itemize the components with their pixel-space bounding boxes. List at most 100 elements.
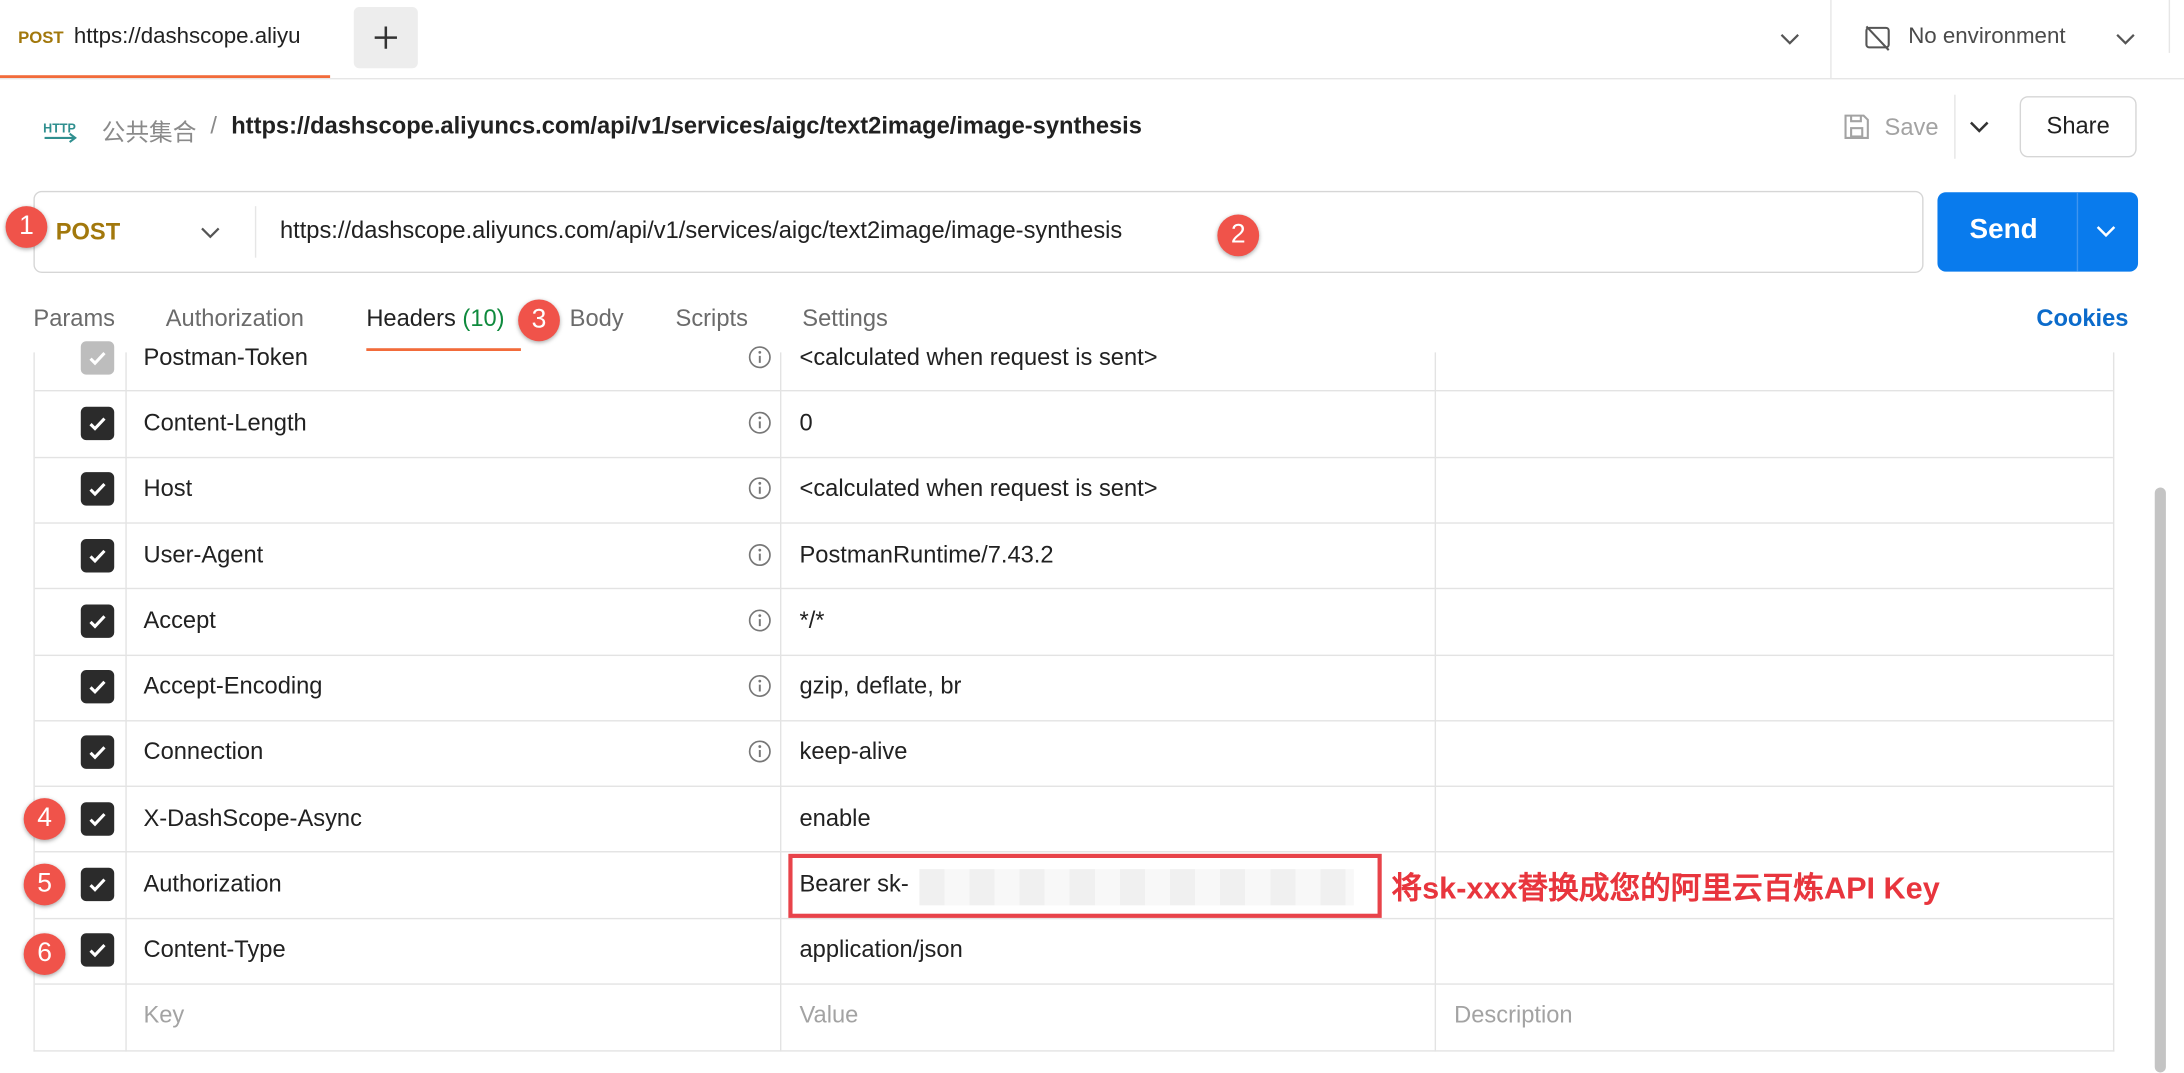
- plus-icon: [374, 26, 397, 49]
- save-options-chevron-icon[interactable]: [1967, 114, 1992, 139]
- header-value[interactable]: gzip, deflate, br: [800, 673, 962, 701]
- step-badge-1: 1: [5, 206, 48, 248]
- breadcrumb-separator: /: [210, 112, 217, 140]
- tab-scripts[interactable]: Scripts: [676, 305, 748, 333]
- tab-body[interactable]: Body: [570, 305, 624, 333]
- check-icon: [89, 482, 106, 497]
- method-select[interactable]: POST: [56, 219, 120, 247]
- header-key[interactable]: Connection: [143, 738, 263, 766]
- save-icon: [1844, 114, 1869, 139]
- tab-settings[interactable]: Settings: [802, 305, 888, 333]
- environment-chevron-icon[interactable]: [2113, 26, 2138, 51]
- header-value[interactable]: enable: [800, 805, 871, 833]
- header-enabled-checkbox[interactable]: [80, 539, 115, 573]
- header-key[interactable]: Postman-Token: [143, 344, 308, 372]
- info-icon[interactable]: [748, 674, 772, 698]
- header-value[interactable]: 0: [800, 410, 813, 438]
- header-value[interactable]: */*: [800, 607, 825, 635]
- send-button-label[interactable]: Send: [1970, 215, 2038, 247]
- header-key[interactable]: User-Agent: [143, 542, 263, 570]
- header-enabled-checkbox[interactable]: [80, 867, 115, 902]
- step-badge-3: 3: [518, 299, 560, 342]
- share-button[interactable]: Share: [2019, 96, 2137, 158]
- environment-selector[interactable]: No environment: [1908, 25, 2065, 50]
- divider: [1954, 94, 1956, 159]
- svg-text:HTTP: HTTP: [43, 121, 76, 135]
- save-button[interactable]: Save: [1885, 114, 1939, 142]
- row-divider: [34, 390, 2113, 392]
- method-chevron-icon[interactable]: [198, 220, 223, 245]
- check-icon: [89, 878, 106, 892]
- send-options-chevron-icon[interactable]: [2093, 219, 2118, 244]
- header-value[interactable]: <calculated when request is sent>: [800, 475, 1158, 503]
- tab-headers-label: Headers: [366, 305, 456, 332]
- row-divider: [34, 983, 2113, 985]
- step-badge-6: 6: [23, 933, 66, 976]
- header-key[interactable]: Accept-Encoding: [143, 673, 322, 701]
- row-divider: [34, 917, 2113, 920]
- new-description-input[interactable]: Description: [1454, 1001, 1572, 1029]
- new-key-input[interactable]: Key: [143, 1001, 184, 1029]
- row-divider: [34, 522, 2113, 524]
- request-name[interactable]: https://dashscope.aliyuncs.com/api/v1/se…: [231, 113, 1142, 141]
- row-divider: [34, 456, 2113, 459]
- header-value[interactable]: <calculated when request is sent>: [800, 344, 1158, 372]
- header-enabled-checkbox[interactable]: [80, 472, 115, 506]
- no-environment-icon: [1865, 25, 1890, 51]
- header-enabled-checkbox[interactable]: [80, 669, 115, 704]
- tab-url-label: https://dashscope.aliyu: [73, 25, 301, 49]
- header-key[interactable]: Content-Length: [143, 410, 306, 438]
- scrollbar-thumb[interactable]: [2154, 487, 2166, 1073]
- check-icon: [89, 549, 106, 564]
- header-enabled-checkbox[interactable]: [80, 406, 115, 441]
- info-icon[interactable]: [748, 411, 772, 435]
- header-value[interactable]: application/json: [800, 936, 963, 964]
- step-badge-2: 2: [1217, 214, 1260, 257]
- info-icon[interactable]: [748, 345, 772, 369]
- row-divider: [34, 720, 2113, 722]
- api-key-annotation: 将sk-xxx替换成您的阿里云百炼API Key: [1391, 870, 1940, 906]
- cookies-link[interactable]: Cookies: [2036, 305, 2128, 333]
- step-badge-5: 5: [23, 863, 66, 906]
- step-badge-4: 4: [23, 798, 66, 840]
- header-key[interactable]: Content-Type: [143, 936, 285, 964]
- info-icon[interactable]: [748, 609, 772, 633]
- tab-headers[interactable]: Headers (10): [366, 305, 504, 333]
- info-icon[interactable]: [748, 740, 772, 764]
- check-icon: [89, 615, 106, 629]
- row-divider: [34, 851, 2113, 853]
- http-request-icon: HTTP: [43, 121, 77, 143]
- tab-params[interactable]: Params: [33, 305, 115, 333]
- info-icon[interactable]: [748, 476, 772, 500]
- breadcrumb-collection[interactable]: 公共集合: [102, 113, 197, 148]
- active-tab-indicator: [366, 348, 521, 352]
- info-icon[interactable]: [748, 543, 772, 567]
- divider: [2076, 192, 2079, 272]
- header-value[interactable]: PostmanRuntime/7.43.2: [800, 542, 1054, 570]
- header-value[interactable]: keep-alive: [800, 738, 908, 766]
- row-divider: [34, 654, 2113, 657]
- tabs-dropdown-chevron-icon[interactable]: [1777, 26, 1802, 51]
- header-enabled-checkbox[interactable]: [80, 341, 115, 375]
- header-enabled-checkbox[interactable]: [80, 933, 115, 967]
- check-icon: [89, 813, 106, 827]
- row-divider: [34, 587, 2113, 590]
- tab-authorization[interactable]: Authorization: [166, 305, 304, 333]
- check-icon: [89, 680, 106, 695]
- header-key[interactable]: X-DashScope-Async: [143, 805, 361, 833]
- check-icon: [89, 352, 106, 366]
- header-key[interactable]: Authorization: [143, 871, 281, 899]
- url-input[interactable]: https://dashscope.aliyuncs.com/api/v1/se…: [280, 217, 1122, 245]
- header-enabled-checkbox[interactable]: [80, 735, 115, 769]
- divider: [254, 206, 257, 258]
- header-enabled-checkbox[interactable]: [80, 802, 115, 836]
- header-key[interactable]: Host: [143, 475, 192, 503]
- headers-count-badge: (10): [462, 305, 505, 332]
- api-key-highlight-box: [788, 853, 1382, 918]
- new-tab-button[interactable]: [353, 6, 418, 69]
- check-icon: [89, 944, 106, 958]
- header-enabled-checkbox[interactable]: [80, 604, 115, 638]
- header-key[interactable]: Accept: [143, 607, 215, 635]
- divider: [2168, 0, 2171, 53]
- new-value-input[interactable]: Value: [800, 1001, 859, 1029]
